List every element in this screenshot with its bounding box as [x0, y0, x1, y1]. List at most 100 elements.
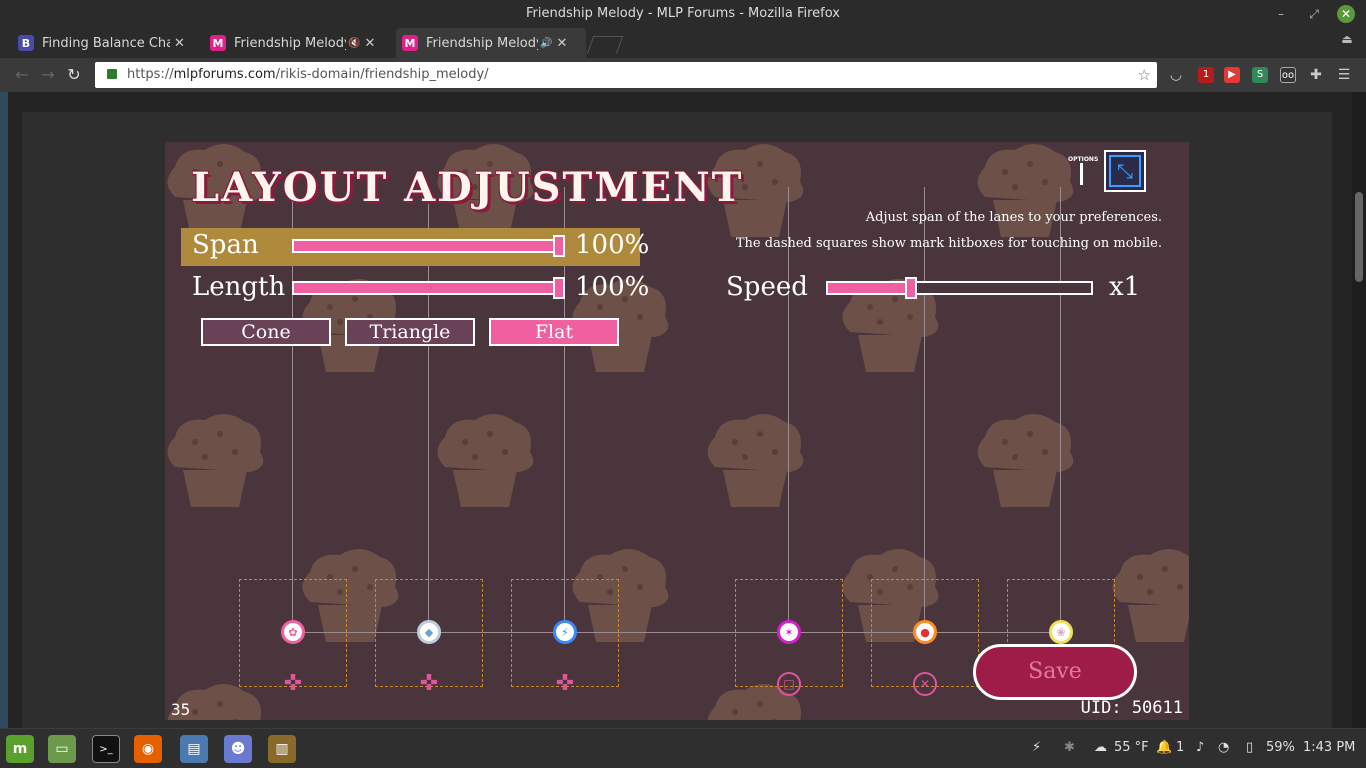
battery-percent[interactable]: 59%	[1266, 740, 1295, 755]
tab-label: Friendship Melody - M	[426, 35, 538, 51]
page-scrollbar[interactable]	[1352, 92, 1366, 728]
new-tab-button[interactable]	[586, 36, 624, 54]
wifi-icon[interactable]: ◔	[1218, 740, 1229, 755]
battery-icon[interactable]: ▯	[1246, 740, 1253, 755]
length-label: Length	[192, 272, 286, 302]
notification-count[interactable]: 1	[1176, 740, 1184, 755]
url-path: /rikis-domain/friendship_melody/	[275, 67, 489, 82]
writer-icon[interactable]: ▤	[180, 735, 208, 763]
span-slider-knob[interactable]	[553, 235, 565, 257]
pocket-icon[interactable]: ◡	[1168, 67, 1184, 83]
url-bar[interactable]: https://mlpforums.com/rikis-domain/frien…	[95, 62, 1157, 88]
lane-marker-rarity-icon: ◆	[417, 620, 441, 644]
window-titlebar: Friendship Melody - MLP Forums - Mozilla…	[0, 0, 1366, 28]
taskbar: m ▭ >_ ◉ ▤ ☻ ▥ ⚡ ✱ ☁ 55 °F 🔔 1 ♪ ◔ ▯ 59%…	[0, 728, 1366, 768]
tab-muted-icon[interactable]: 🔇	[348, 38, 360, 49]
extension-eyes-icon[interactable]: oo	[1280, 67, 1296, 83]
tab-favicon-icon: M	[210, 35, 226, 51]
extensions-puzzle-icon[interactable]: ✚	[1308, 67, 1324, 83]
weather-icon[interactable]: ☁	[1094, 740, 1107, 755]
span-slider-fill	[294, 241, 563, 251]
music-icon[interactable]: ♪	[1196, 740, 1204, 755]
game-canvas[interactable]: ✿ ◆ ⚡ ✶ ● ❀ ✜ ✜ ✜ □ ✕ LAYOUT ADJUSTMENT …	[165, 142, 1189, 720]
lane-line	[1060, 187, 1061, 632]
tab-label: Friendship Melody 2(	[234, 35, 346, 51]
ublock-icon[interactable]: 1	[1198, 67, 1214, 83]
lane-marker-twilight-icon: ✶	[777, 620, 801, 644]
span-slider[interactable]	[292, 235, 565, 257]
tab-favicon-icon: M	[402, 35, 418, 51]
nav-toolbar: ← → ↻ https://mlpforums.com/rikis-domain…	[0, 58, 1366, 92]
library-icon[interactable]: ▥	[268, 735, 296, 763]
tab-close-icon[interactable]: ✕	[556, 36, 567, 51]
page-left-edge	[0, 92, 8, 728]
tab-finding-balance[interactable]: B Finding Balance Chapte ✕	[12, 28, 202, 58]
url-scheme: https://	[127, 67, 174, 82]
notification-bell-icon[interactable]: 🔔	[1156, 740, 1172, 755]
scrollbar-thumb[interactable]	[1355, 192, 1363, 282]
dpad-icon[interactable]: ✜	[281, 672, 305, 696]
lane-marker-fluttershy-icon: ❀	[1049, 620, 1073, 644]
fullscreen-button[interactable]: ⤡	[1104, 150, 1146, 192]
cross-button-icon[interactable]: ✕	[913, 672, 937, 696]
length-slider-fill	[294, 283, 563, 293]
forward-icon[interactable]: →	[38, 65, 58, 85]
speed-slider-knob[interactable]	[904, 277, 917, 299]
tab-list-icon[interactable]: ⏏	[1338, 30, 1356, 48]
minimize-icon[interactable]: –	[1272, 5, 1290, 23]
back-icon[interactable]: ←	[12, 65, 32, 85]
mint-menu-icon[interactable]: m	[6, 735, 34, 763]
fullscreen-icon: ⤡	[1109, 155, 1141, 187]
span-label: Span	[192, 230, 259, 260]
tab-favicon-icon: B	[18, 35, 34, 51]
terminal-icon[interactable]: >_	[92, 735, 120, 763]
dpad-icon[interactable]: ✜	[417, 672, 441, 696]
dpad-icon[interactable]: ✜	[553, 672, 577, 696]
lane-marker-applejack-icon: ●	[913, 620, 937, 644]
hint-line-2: The dashed squares show mark hitboxes fo…	[735, 236, 1162, 251]
clock[interactable]: 1:43 PM	[1303, 740, 1355, 755]
options-toggle[interactable]	[1079, 162, 1084, 186]
tab-close-icon[interactable]: ✕	[364, 36, 375, 51]
reload-icon[interactable]: ↻	[64, 65, 84, 85]
triangle-button[interactable]: Triangle	[345, 318, 475, 346]
lane-marker-rainbow-icon: ⚡	[553, 620, 577, 644]
lane-line	[924, 187, 925, 632]
bookmark-star-icon[interactable]: ☆	[1138, 62, 1151, 88]
files-icon[interactable]: ▭	[48, 735, 76, 763]
lane-line	[788, 187, 789, 632]
menu-icon[interactable]: ☰	[1336, 67, 1352, 83]
tab-audio-icon[interactable]: 🔊	[540, 38, 552, 49]
bluetooth-icon[interactable]: ✱	[1064, 740, 1075, 755]
flat-button[interactable]: Flat	[489, 318, 619, 346]
tab-close-icon[interactable]: ✕	[174, 36, 185, 51]
fps-counter: 35	[171, 700, 191, 719]
tab-bar: B Finding Balance Chapte ✕ M Friendship …	[0, 28, 1366, 58]
speed-slider[interactable]	[826, 277, 1093, 299]
lock-icon	[107, 69, 117, 79]
discord-icon[interactable]: ☻	[224, 735, 252, 763]
length-value: 100%	[575, 272, 650, 302]
restore-icon[interactable]: ⤢	[1305, 5, 1323, 23]
stylus-icon[interactable]: S	[1252, 67, 1268, 83]
url-host: mlpforums.com	[173, 67, 276, 82]
length-slider[interactable]	[292, 277, 565, 299]
speed-value: x1	[1109, 272, 1141, 302]
uid-label: UID: 50611	[1080, 698, 1183, 718]
tab-friendship-melody-active[interactable]: M Friendship Melody - M 🔊 ✕	[396, 28, 586, 58]
weather-temp[interactable]: 55 °F	[1114, 740, 1149, 755]
firefox-icon[interactable]: ◉	[134, 735, 162, 763]
save-button[interactable]: Save	[973, 644, 1137, 700]
layout-adjustment-title: LAYOUT ADJUSTMENT	[191, 164, 744, 211]
lane-marker-pinkie-icon: ✿	[281, 620, 305, 644]
speed-slider-fill	[828, 283, 915, 293]
square-button-icon[interactable]: □	[777, 672, 801, 696]
cone-button[interactable]: Cone	[201, 318, 331, 346]
length-slider-knob[interactable]	[553, 277, 565, 299]
youtube-icon[interactable]: ▶	[1224, 67, 1240, 83]
span-value: 100%	[575, 230, 650, 260]
window-title: Friendship Melody - MLP Forums - Mozilla…	[526, 6, 840, 21]
close-window-icon[interactable]: ✕	[1337, 5, 1355, 23]
tray-vlc-icon[interactable]: ⚡	[1032, 740, 1041, 755]
tab-friendship-melody-2[interactable]: M Friendship Melody 2( 🔇 ✕	[204, 28, 394, 58]
